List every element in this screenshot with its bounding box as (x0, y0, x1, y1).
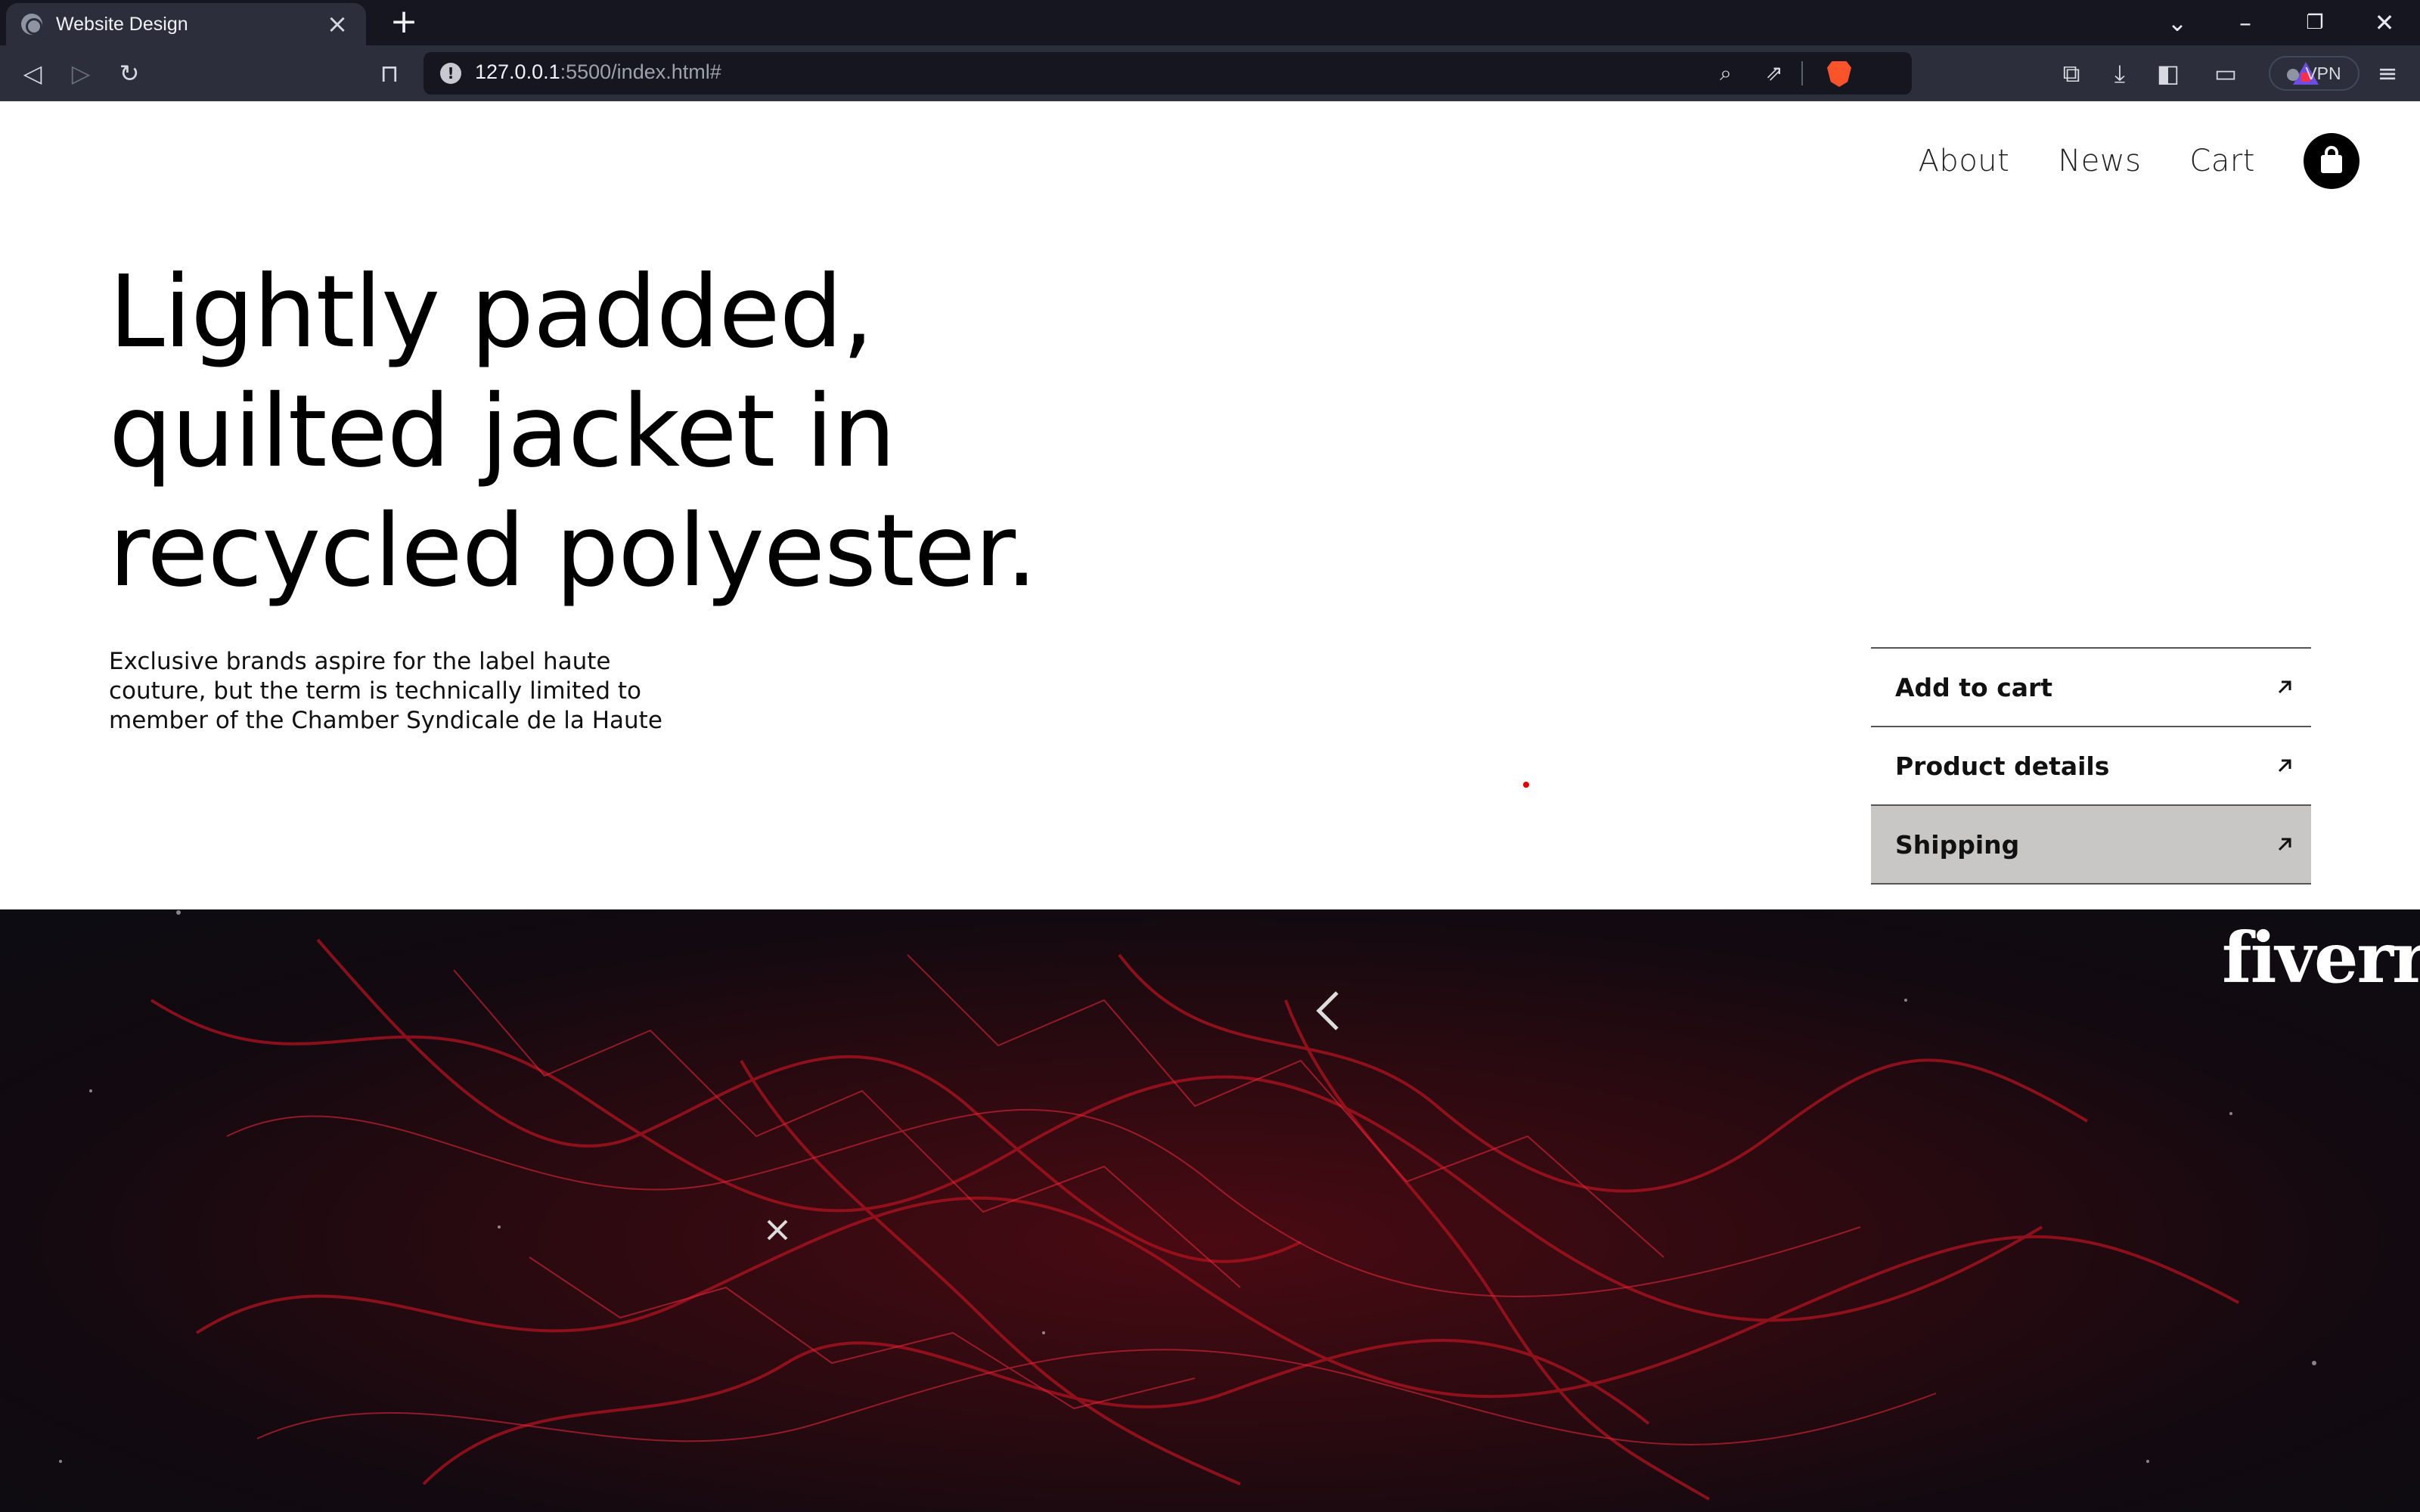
share-icon[interactable]: ⇗ (1759, 58, 1789, 88)
vpn-label: VPN (2305, 64, 2341, 83)
nav-about[interactable]: About (1919, 144, 2010, 178)
prev-icon (1316, 991, 1339, 1030)
tab-title: Website Design (56, 13, 188, 35)
url-host: 127.0.0.1 (475, 60, 560, 83)
headline-line: recycled polyester. (109, 493, 1038, 609)
arrow-up-right-icon (2278, 838, 2291, 851)
watermark-logo: fiverr (2222, 917, 2420, 999)
description-line: member of the Chamber Syndicale de la Ha… (109, 707, 662, 734)
vpn-status-icon (2287, 69, 2300, 81)
nav-news[interactable]: News (2058, 144, 2141, 178)
zoom-icon[interactable]: ⌕ (1711, 58, 1741, 88)
new-tab-button[interactable]: + (386, 5, 422, 41)
action-label: Add to cart (1895, 672, 2053, 702)
brave-shields-icon[interactable] (1827, 61, 1851, 87)
browser-toolbar: ◁ ▷ ↻ ⊓ ! 127.0.0.1:5500/index.html# ⌕ ⇗… (0, 45, 2420, 101)
arrow-up-right-icon (2278, 680, 2291, 694)
web-page: About News Cart Lightly padded, quilted … (0, 101, 2420, 1512)
add-to-cart-link[interactable]: Add to cart (1871, 649, 2311, 727)
reload-icon[interactable]: ↻ (110, 54, 148, 92)
sidebar-icon[interactable]: ◧ (2149, 54, 2187, 92)
tab-search-chevron-icon[interactable]: ⌄ (2143, 0, 2211, 45)
description-line: couture, but the term is technically lim… (109, 677, 642, 705)
action-label: Shipping (1895, 829, 2020, 860)
site-info-icon[interactable]: ! (440, 63, 461, 84)
main-nav: About News Cart (1870, 133, 2360, 189)
back-icon[interactable]: ◁ (14, 54, 51, 92)
address-bar[interactable]: ! 127.0.0.1:5500/index.html# ⌕ ⇗ (424, 52, 2319, 94)
page-headline: Lightly padded, quilted jacket in recycl… (109, 253, 1205, 611)
arrow-up-right-icon (2278, 759, 2291, 773)
shipping-link[interactable]: Shipping (1871, 806, 2311, 885)
forward-icon[interactable]: ▷ (62, 54, 100, 92)
wallet-icon[interactable]: ▭ (2207, 54, 2245, 92)
extensions-icon[interactable]: ⧉ (2052, 54, 2090, 92)
minimize-button[interactable]: – (2211, 0, 2279, 45)
action-label: Product details (1895, 751, 2110, 781)
headline-line: quilted jacket in (109, 373, 896, 490)
background-video[interactable]: fiverr (0, 909, 2420, 1512)
close-tab-icon[interactable]: × (324, 11, 351, 38)
close-window-button[interactable]: ✕ (2350, 0, 2418, 45)
nav-cart[interactable]: Cart (2189, 144, 2255, 178)
downloads-icon[interactable]: ⤓ (2101, 54, 2139, 92)
browser-tab-strip: Website Design × + ⌄ – ❐ ✕ (0, 0, 2420, 45)
browser-tab[interactable]: Website Design × (6, 3, 366, 45)
globe-icon (21, 14, 42, 35)
description-line: Exclusive brands aspire for the label ha… (109, 648, 611, 675)
product-description: Exclusive brands aspire for the label ha… (109, 647, 714, 736)
nebula-image (59, 910, 2316, 1501)
product-actions: Add to cart Product details Shipping (1871, 647, 2311, 885)
restore-button[interactable]: ❐ (2281, 0, 2349, 45)
star-glint (767, 1219, 788, 1241)
divider (1801, 61, 1803, 85)
url-text[interactable]: 127.0.0.1:5500/index.html# (475, 60, 721, 84)
cart-button[interactable] (2304, 133, 2360, 189)
bookmark-icon[interactable]: ⊓ (371, 54, 408, 92)
cursor-dot (1523, 782, 1529, 788)
headline-line: Lightly padded, (109, 254, 873, 370)
product-details-link[interactable]: Product details (1871, 727, 2311, 806)
url-path: :5500/index.html# (560, 60, 721, 83)
vpn-button[interactable]: VPN (2269, 56, 2360, 91)
menu-icon[interactable]: ≡ (2369, 54, 2406, 92)
